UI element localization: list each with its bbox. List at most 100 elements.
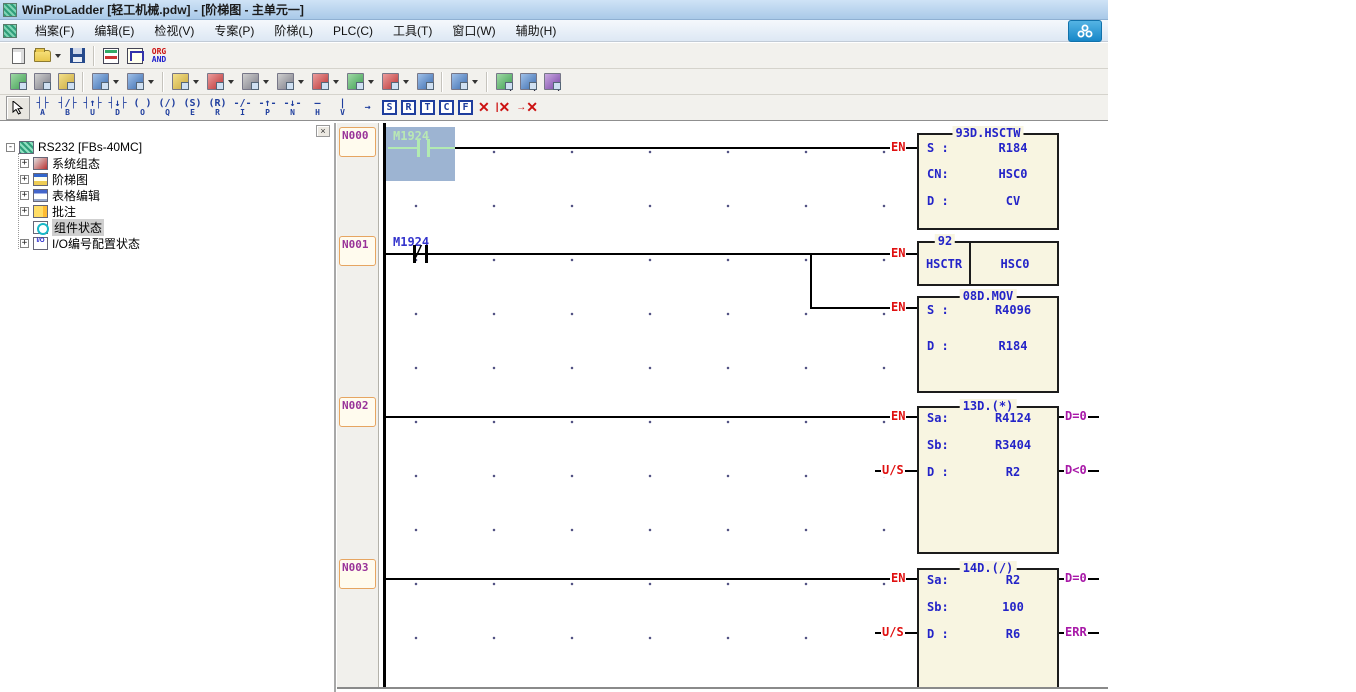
tree-item-label[interactable]: 批注 (52, 203, 76, 220)
network-label-n003[interactable]: N003 (339, 559, 376, 589)
ladder-network-button[interactable] (124, 71, 146, 93)
select-cursor-button[interactable] (6, 96, 30, 120)
field-value[interactable]: HSC0 (969, 167, 1057, 181)
expand-box-icon[interactable]: + (20, 191, 29, 200)
menu-edit[interactable]: 编辑(E) (84, 20, 144, 41)
status-monitor-button[interactable] (204, 71, 226, 93)
tool-pulse-n[interactable]: -↓-N (281, 96, 304, 120)
edit-component-dropdown[interactable] (193, 80, 199, 84)
component-comment-dropdown[interactable] (403, 80, 409, 84)
function-block-mov[interactable]: 08D.MOV S :R4096 D :R184 (917, 296, 1059, 393)
tree-item-ladder-diagram[interactable]: + 阶梯图 (6, 171, 334, 187)
tool-inverse[interactable]: -/-I (231, 96, 254, 120)
status-query-button[interactable] (493, 71, 515, 93)
block-cell[interactable]: HSCTR (919, 243, 971, 284)
expand-box-icon[interactable]: + (20, 159, 29, 168)
statement-list-dropdown[interactable] (368, 80, 374, 84)
collapse-box-icon[interactable]: - (6, 143, 15, 152)
tool-vline[interactable]: |V (331, 96, 354, 120)
tool-contact-falling[interactable]: ┤↓├D (106, 96, 129, 120)
menu-window[interactable]: 窗口(W) (442, 20, 505, 41)
ladder-editor-canvas[interactable]: N000 N001 N002 N003 M1924 EN 93D.HSCTW S… (337, 123, 1108, 692)
status-monitor-dropdown[interactable] (228, 80, 234, 84)
tree-root-rs232[interactable]: - RS232 [FBs-40MC] (6, 139, 334, 155)
tool-timer-t[interactable]: T (420, 100, 435, 115)
register-book-button[interactable] (55, 71, 77, 93)
tree-item-system-config[interactable]: + 系统组态 (6, 155, 334, 171)
ladder-query-button[interactable] (517, 71, 539, 93)
network-label-n000[interactable]: N000 (339, 127, 376, 157)
tool-contact-rising[interactable]: ┤↑├U (81, 96, 104, 120)
function-block-divide[interactable]: 14D.(/) Sa:R2 Sb:100 D :R6 (917, 568, 1059, 687)
field-value[interactable]: CV (969, 194, 1057, 208)
title-bar[interactable]: WinProLadder [轻工机械.pdw] - [阶梯图 - 主单元一] (0, 0, 1108, 20)
preview-dropdown[interactable] (472, 80, 478, 84)
tool-step-s[interactable]: S (382, 100, 397, 115)
tree-item-label[interactable]: 阶梯图 (52, 171, 88, 188)
menu-plc[interactable]: PLC(C) (323, 22, 383, 40)
contact-query-button[interactable] (541, 71, 563, 93)
status-grid-button[interactable] (100, 45, 122, 67)
block-cell[interactable]: HSC0 (973, 243, 1057, 284)
menu-ladder[interactable]: 阶梯(L) (264, 20, 323, 41)
tool-hline[interactable]: —H (306, 96, 329, 120)
menu-project[interactable]: 专案(P) (204, 20, 264, 41)
tree-item-label-selected[interactable]: 组件状态 (52, 219, 104, 236)
ladder-network-dropdown[interactable] (148, 80, 154, 84)
contact-label[interactable]: M1924 (393, 129, 429, 143)
field-value[interactable]: R4124 (969, 411, 1057, 425)
tree-item-label[interactable]: I/O编号配置状态 (52, 235, 140, 252)
tool-contact-no[interactable]: ┤├A (31, 96, 54, 120)
table-key-button[interactable] (414, 71, 436, 93)
monitor-online-button[interactable] (7, 71, 29, 93)
tool-coil-set[interactable]: (S)E (181, 96, 204, 120)
tool-arrow[interactable]: → (356, 96, 379, 120)
motor-config-dropdown[interactable] (263, 80, 269, 84)
open-dropdown-arrow[interactable] (55, 54, 61, 58)
ladder-window-button[interactable] (124, 45, 146, 67)
component-name-dropdown[interactable] (333, 80, 339, 84)
network-label-n001[interactable]: N001 (339, 236, 376, 266)
tree-item-label[interactable]: 表格编辑 (52, 187, 100, 204)
delete-row-button[interactable]: →✕ (516, 99, 538, 116)
delete-element-button[interactable]: ✕ (478, 99, 490, 116)
tree-item-table-edit[interactable]: + 表格编辑 (6, 187, 334, 203)
component-name-button[interactable] (309, 71, 331, 93)
document-icon[interactable] (3, 24, 17, 38)
tool-contact-nc[interactable]: ┤/├B (56, 96, 79, 120)
network-label-n002[interactable]: N002 (339, 397, 376, 427)
delete-vline-button[interactable]: |✕ (496, 99, 511, 116)
motor-run-dropdown[interactable] (298, 80, 304, 84)
function-block-hsctw[interactable]: 93D.HSCTW S :R184 CN:HSC0 D :CV (917, 133, 1059, 230)
field-value[interactable]: R184 (969, 339, 1057, 353)
expand-box-icon[interactable]: + (20, 175, 29, 184)
statement-list-button[interactable] (344, 71, 366, 93)
tree-root-label[interactable]: RS232 [FBs-40MC] (38, 140, 142, 154)
component-comment-button[interactable] (379, 71, 401, 93)
field-value[interactable]: 100 (969, 600, 1057, 614)
motor-config-button[interactable] (239, 71, 261, 93)
tool-pulse-p[interactable]: -↑-P (256, 96, 279, 120)
tool-coil-reset[interactable]: (R)R (206, 96, 229, 120)
preview-button[interactable] (448, 71, 470, 93)
contact-label[interactable]: M1924 (393, 235, 429, 249)
project-window-button[interactable] (89, 71, 111, 93)
new-file-button[interactable] (7, 45, 29, 67)
tree-item-comment[interactable]: + 批注 (6, 203, 334, 219)
expand-box-icon[interactable]: + (20, 239, 29, 248)
tool-counter-c[interactable]: C (439, 100, 454, 115)
tool-step-r[interactable]: R (401, 100, 416, 115)
tool-function-f[interactable]: F (458, 100, 473, 115)
field-value[interactable]: R4096 (969, 303, 1057, 317)
menu-help[interactable]: 辅助(H) (506, 20, 567, 41)
function-block-multiply[interactable]: 13D.(*) Sa:R4124 Sb:R3404 D :R2 (917, 406, 1059, 554)
tool-coil-out[interactable]: ( )O (131, 96, 154, 120)
menu-file[interactable]: 档案(F) (25, 20, 84, 41)
menu-view[interactable]: 检视(V) (144, 20, 204, 41)
ic-chip-button[interactable] (31, 71, 53, 93)
motor-run-button[interactable] (274, 71, 296, 93)
field-value[interactable]: R184 (969, 141, 1057, 155)
tree-item-label[interactable]: 系统组态 (52, 155, 100, 172)
org-and-button[interactable]: ORG AND (148, 45, 170, 67)
project-window-dropdown[interactable] (113, 80, 119, 84)
